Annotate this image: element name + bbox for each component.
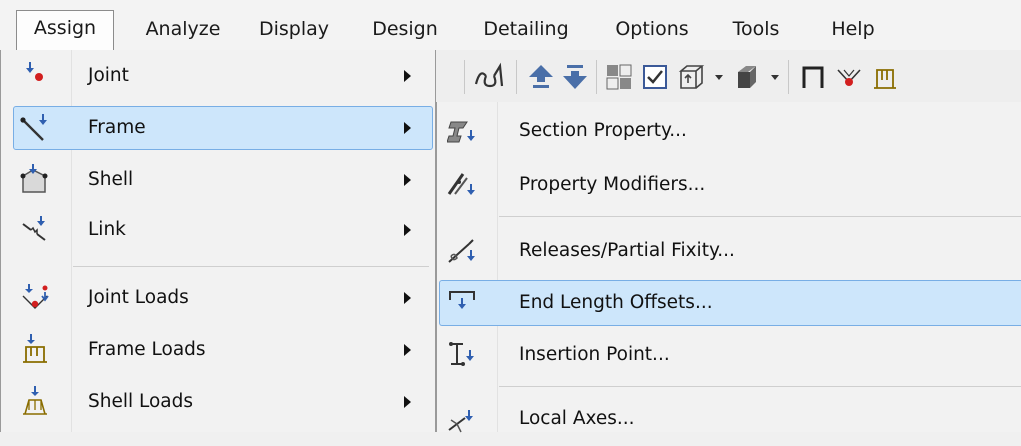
- submenu-item-local-axes[interactable]: Local Axes...: [437, 392, 1021, 446]
- submenu-separator: [499, 386, 1021, 387]
- node-check-icon[interactable]: [834, 62, 864, 92]
- toolbar-separator: [788, 60, 789, 94]
- menu-assign[interactable]: Assign: [16, 10, 114, 51]
- menu-separator: [73, 266, 429, 267]
- highlight-box: [13, 106, 433, 150]
- submenu-arrow-icon: [404, 396, 411, 408]
- 3d-box-icon[interactable]: [676, 62, 706, 92]
- local-axes-icon: [447, 404, 477, 434]
- submenu-arrow-icon: [404, 122, 411, 134]
- submenu-arrow-icon: [404, 292, 411, 304]
- property-modifiers-icon: [447, 170, 477, 200]
- toolbar-separator: [596, 60, 597, 94]
- submenu-item-label: Section Property...: [519, 120, 687, 141]
- menu-tools[interactable]: Tools: [722, 12, 790, 50]
- shell-loads-icon: [19, 386, 51, 418]
- menu-options[interactable]: Options: [608, 12, 696, 50]
- end-length-offsets-icon: [447, 288, 477, 318]
- submenu-arrow-icon: [404, 344, 411, 356]
- menu-item-shell-loads[interactable]: Shell Loads: [1, 378, 437, 426]
- menu-item-shell[interactable]: Shell: [1, 156, 437, 204]
- menu-item-label: Link: [88, 219, 126, 240]
- menu-item-joint-loads[interactable]: Joint Loads: [1, 274, 437, 322]
- frame-loads-toolbar-icon[interactable]: [870, 62, 900, 92]
- submenu-arrow-icon: [404, 174, 411, 186]
- frame-loads-icon: [19, 334, 51, 366]
- link-icon: [19, 214, 51, 246]
- grid-icon[interactable]: [604, 62, 634, 92]
- joint-loads-icon: [19, 282, 51, 314]
- releases-icon: [447, 236, 477, 266]
- submenu-arrow-icon: [404, 224, 411, 236]
- menu-item-frame[interactable]: Frame: [1, 104, 437, 152]
- submenu-item-insertion-point[interactable]: Insertion Point...: [437, 328, 1021, 382]
- menu-help[interactable]: Help: [824, 12, 882, 50]
- submenu-item-label: End Length Offsets...: [519, 292, 713, 313]
- submenu-item-label: Local Axes...: [519, 408, 635, 429]
- menu-item-label: Joint Loads: [88, 287, 189, 308]
- joint-icon: [19, 60, 51, 92]
- checkbox-icon[interactable]: [640, 62, 670, 92]
- frame-submenu: Section Property... Property Modifiers..…: [436, 102, 1021, 433]
- dropdown-arrow-icon[interactable]: [768, 62, 782, 92]
- toolbar: [436, 50, 1021, 102]
- submenu-separator: [499, 216, 1021, 217]
- submenu-item-label: Insertion Point...: [519, 344, 670, 365]
- move-up-icon[interactable]: [526, 62, 556, 92]
- menu-design[interactable]: Design: [366, 12, 444, 50]
- menu-bar: Assign Analyze Display Design Detailing …: [0, 0, 1021, 51]
- menu-detailing[interactable]: Detailing: [478, 12, 574, 50]
- menu-item-label: Frame: [88, 117, 146, 138]
- menu-item-frame-loads[interactable]: Frame Loads: [1, 326, 437, 374]
- submenu-item-property-modifiers[interactable]: Property Modifiers...: [437, 158, 1021, 212]
- submenu-item-label: Property Modifiers...: [519, 174, 706, 195]
- menu-item-label: Joint: [88, 65, 129, 86]
- toolbar-separator: [516, 60, 517, 94]
- section-property-icon: [447, 116, 477, 146]
- insertion-point-icon: [447, 340, 477, 370]
- menu-display[interactable]: Display: [254, 12, 334, 50]
- menu-item-label: Shell: [88, 169, 134, 190]
- menu-item-joint[interactable]: Joint: [1, 52, 437, 100]
- dropdown-arrow-icon[interactable]: [712, 62, 726, 92]
- menu-item-link[interactable]: Link: [1, 206, 437, 254]
- shell-icon: [19, 164, 51, 196]
- submenu-item-section-property[interactable]: Section Property...: [437, 104, 1021, 158]
- submenu-item-releases[interactable]: Releases/Partial Fixity...: [437, 224, 1021, 278]
- submenu-item-end-length-offsets[interactable]: End Length Offsets...: [437, 276, 1021, 330]
- move-down-icon[interactable]: [560, 62, 590, 92]
- solid-object-icon[interactable]: [732, 62, 762, 92]
- portal-frame-icon[interactable]: [798, 62, 828, 92]
- assign-dropdown-menu: Joint Frame Shell Link Joint Loads Frame…: [0, 50, 436, 432]
- submenu-item-label: Releases/Partial Fixity...: [519, 240, 735, 261]
- submenu-arrow-icon: [404, 70, 411, 82]
- rubber-band-zoom-icon[interactable]: [472, 62, 508, 92]
- toolbar-separator: [464, 60, 465, 94]
- menu-item-label: Shell Loads: [88, 391, 194, 412]
- frame-icon: [19, 112, 51, 144]
- menu-item-label: Frame Loads: [88, 339, 206, 360]
- menu-analyze[interactable]: Analyze: [143, 12, 223, 50]
